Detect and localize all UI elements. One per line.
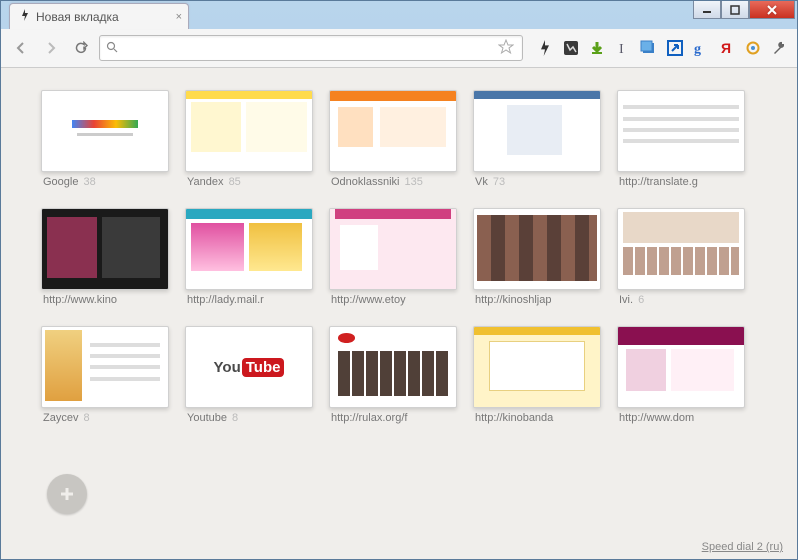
window-controls (693, 1, 795, 19)
url-input[interactable] (124, 41, 498, 56)
tile-thumbnail (473, 208, 601, 290)
tile-label: Vk 73 (473, 172, 601, 188)
ext-download-icon[interactable] (587, 38, 607, 58)
tab-title: Новая вкладка (36, 10, 119, 24)
back-button[interactable] (9, 37, 33, 59)
ext-share-icon[interactable] (665, 38, 685, 58)
svg-text:g: g (694, 42, 701, 56)
address-bar[interactable] (99, 35, 523, 61)
speed-dial-tile[interactable]: http://www.dom (617, 326, 745, 438)
tile-label: http://kinobanda (473, 408, 601, 424)
tile-thumbnail (617, 208, 745, 290)
toolbar: I g Я (1, 29, 797, 68)
minimize-button[interactable] (693, 1, 721, 19)
browser-window: Новая вкладка × I g Я (0, 0, 798, 560)
forward-button[interactable] (39, 37, 63, 59)
tile-thumbnail (185, 90, 313, 172)
tile-label: http://www.etoy (329, 290, 457, 306)
speed-dial-tile[interactable]: http://translate.g (617, 90, 745, 202)
speed-dial-tile[interactable]: Zaycev 8 (41, 326, 169, 438)
tile-label: Google 38 (41, 172, 169, 188)
ext-yandex-icon[interactable]: Я (717, 38, 737, 58)
tile-thumbnail (185, 208, 313, 290)
bolt-icon (20, 9, 30, 24)
tile-label: http://kinoshljap (473, 290, 601, 306)
search-icon (106, 41, 120, 56)
speed-dial-tile[interactable]: http://kinobanda (473, 326, 601, 438)
add-tile-button[interactable] (47, 474, 87, 514)
svg-text:I: I (619, 42, 624, 56)
tile-thumbnail: YouTube (185, 326, 313, 408)
tile-label: http://lady.mail.r (185, 290, 313, 306)
tile-thumbnail (41, 208, 169, 290)
titlebar: Новая вкладка × (1, 1, 797, 29)
tile-thumbnail (473, 326, 601, 408)
close-window-button[interactable] (749, 1, 795, 19)
tile-thumbnail (41, 326, 169, 408)
ext-settings-gear-icon[interactable] (743, 38, 763, 58)
close-icon[interactable]: × (176, 11, 182, 23)
ext-google-icon[interactable]: g (691, 38, 711, 58)
tile-thumbnail (329, 208, 457, 290)
tile-label: Odnoklassniki 135 (329, 172, 457, 188)
speed-dial-tile[interactable]: http://kinoshljap (473, 208, 601, 320)
maximize-button[interactable] (721, 1, 749, 19)
speed-dial-page: Google 38 Yandex 85 Odnoklassniki 135 Vk 73… (1, 68, 797, 559)
ext-cursor-icon[interactable]: I (613, 38, 633, 58)
ext-images-icon[interactable] (639, 38, 659, 58)
browser-tab[interactable]: Новая вкладка × (9, 3, 189, 29)
tile-thumbnail (617, 90, 745, 172)
tile-label: http://www.kino (41, 290, 169, 306)
tile-label: http://translate.g (617, 172, 745, 188)
bookmark-star-icon[interactable] (498, 39, 516, 58)
tile-thumbnail (329, 90, 457, 172)
speed-dial-tile[interactable]: http://www.kino (41, 208, 169, 320)
tile-label: Yandex 85 (185, 172, 313, 188)
tile-label: Youtube 8 (185, 408, 313, 424)
speed-dial-tile[interactable]: Ivi. 6 (617, 208, 745, 320)
footer-link[interactable]: Speed dial 2 (ru) (702, 541, 783, 553)
tile-grid: Google 38 Yandex 85 Odnoklassniki 135 Vk 73… (41, 90, 757, 438)
tile-thumbnail (473, 90, 601, 172)
tile-label: http://www.dom (617, 408, 745, 424)
speed-dial-tile[interactable]: Vk 73 (473, 90, 601, 202)
ext-bolt-icon[interactable] (535, 38, 555, 58)
plus-icon (58, 485, 76, 503)
ext-capture-icon[interactable] (561, 38, 581, 58)
speed-dial-tile[interactable]: YouTubeYoutube 8 (185, 326, 313, 438)
reload-button[interactable] (69, 37, 93, 59)
speed-dial-tile[interactable]: http://rulax.org/f (329, 326, 457, 438)
svg-text:Я: Я (721, 40, 731, 56)
speed-dial-tile[interactable]: Odnoklassniki 135 (329, 90, 457, 202)
extension-icons: I g Я (529, 38, 789, 58)
tile-thumbnail (329, 326, 457, 408)
tile-label: Ivi. 6 (617, 290, 745, 306)
tile-label: http://rulax.org/f (329, 408, 457, 424)
speed-dial-tile[interactable]: Yandex 85 (185, 90, 313, 202)
tile-label: Zaycev 8 (41, 408, 169, 424)
tile-thumbnail (41, 90, 169, 172)
tile-thumbnail (617, 326, 745, 408)
ext-wrench-icon[interactable] (769, 38, 789, 58)
speed-dial-tile[interactable]: http://lady.mail.r (185, 208, 313, 320)
speed-dial-tile[interactable]: http://www.etoy (329, 208, 457, 320)
speed-dial-tile[interactable]: Google 38 (41, 90, 169, 202)
